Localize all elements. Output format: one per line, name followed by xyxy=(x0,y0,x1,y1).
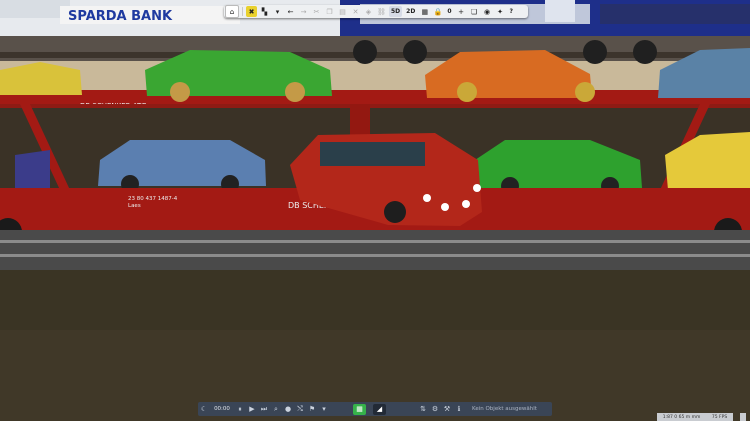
fast-forward-icon[interactable]: ⏭ xyxy=(259,403,269,415)
settings-icon[interactable]: ⚙ xyxy=(430,403,440,415)
chevron-down-icon[interactable]: ▾ xyxy=(272,6,283,17)
banner-text: SPARDA BANK xyxy=(68,9,173,24)
time-display: 00:00 xyxy=(214,406,230,412)
help-button[interactable]: ? xyxy=(508,6,515,17)
link-icon[interactable]: ⛓ xyxy=(376,6,387,17)
bottom-control-bar: ☾ 00:00 ⏸ ▶ ⏭ ⌕ ● ⤭ ⚑ ▾ ▦ ◢ ⇅ ⚙ ⚒ ℹ Kein… xyxy=(198,402,552,416)
tools-icon[interactable]: ⚒ xyxy=(442,403,452,415)
lock-icon[interactable]: 🔒 xyxy=(432,6,443,17)
cut-icon[interactable]: ✂ xyxy=(311,6,322,17)
fps-readout: 75 FPS xyxy=(711,414,728,420)
pause-icon[interactable]: ⏸ xyxy=(235,403,245,415)
layer-icon[interactable]: ▚ xyxy=(259,6,270,17)
camera-icon[interactable]: ◉ xyxy=(482,6,493,17)
copy-icon[interactable]: ❐ xyxy=(324,6,335,17)
main-toolbar: ⌂ ✖ ▚ ▾ ← → ✂ ❐ ▤ ✕ ◈ ⛓ 5D 2D ▦ 🔒 0 + ❏ … xyxy=(224,5,528,18)
properties-icon[interactable]: ◈ xyxy=(363,6,374,17)
coordinates-readout: 1:87 0 65 m mm xyxy=(662,414,701,420)
moon-icon[interactable]: ☾ xyxy=(199,403,209,415)
play-icon[interactable]: ▶ xyxy=(247,403,257,415)
counter-value: 0 xyxy=(447,8,452,15)
add-icon[interactable]: + xyxy=(456,6,467,17)
view-2d-button[interactable]: 2D xyxy=(404,6,417,17)
shuffle-icon[interactable]: ⤭ xyxy=(295,403,305,415)
undo-icon[interactable]: ← xyxy=(285,6,296,17)
track-ballast xyxy=(0,230,750,270)
info-icon[interactable]: ℹ xyxy=(454,403,464,415)
terrain-view-button[interactable]: ◢ xyxy=(373,403,386,415)
grid-icon[interactable]: ▦ xyxy=(419,6,430,17)
wagon-type: Laes xyxy=(128,203,141,209)
redo-icon[interactable]: → xyxy=(298,6,309,17)
wagon-number: 23 80 437 1487-4 xyxy=(128,196,178,202)
chevron-down-icon[interactable]: ▾ xyxy=(319,403,329,415)
adjust-icon[interactable]: ⇅ xyxy=(418,403,428,415)
delete-icon[interactable]: ✕ xyxy=(350,6,361,17)
weather-icon[interactable]: ● xyxy=(283,403,293,415)
view-5d-button[interactable]: 5D xyxy=(389,6,403,17)
tile-view-button[interactable]: ▦ xyxy=(353,403,366,415)
paste-icon[interactable]: ▤ xyxy=(337,6,348,17)
signal-icon[interactable]: ⚑ xyxy=(307,403,317,415)
select-tool-icon[interactable]: ✖ xyxy=(246,6,257,17)
search-icon[interactable]: ⌕ xyxy=(271,403,281,415)
puzzle-icon[interactable]: ✦ xyxy=(495,6,506,17)
resize-handle[interactable] xyxy=(740,413,746,421)
car-purple-lower xyxy=(15,150,50,188)
separator xyxy=(242,7,243,16)
status-info: 1:87 0 65 m mm 75 FPS xyxy=(657,413,733,421)
3d-viewport[interactable]: SPARDA BANK DB SCHENKER ATG 23 80 437 14… xyxy=(0,0,750,421)
selection-status: Kein Objekt ausgewählt xyxy=(472,406,537,412)
window-icon[interactable]: ❏ xyxy=(469,6,480,17)
home-icon[interactable]: ⌂ xyxy=(225,5,239,18)
